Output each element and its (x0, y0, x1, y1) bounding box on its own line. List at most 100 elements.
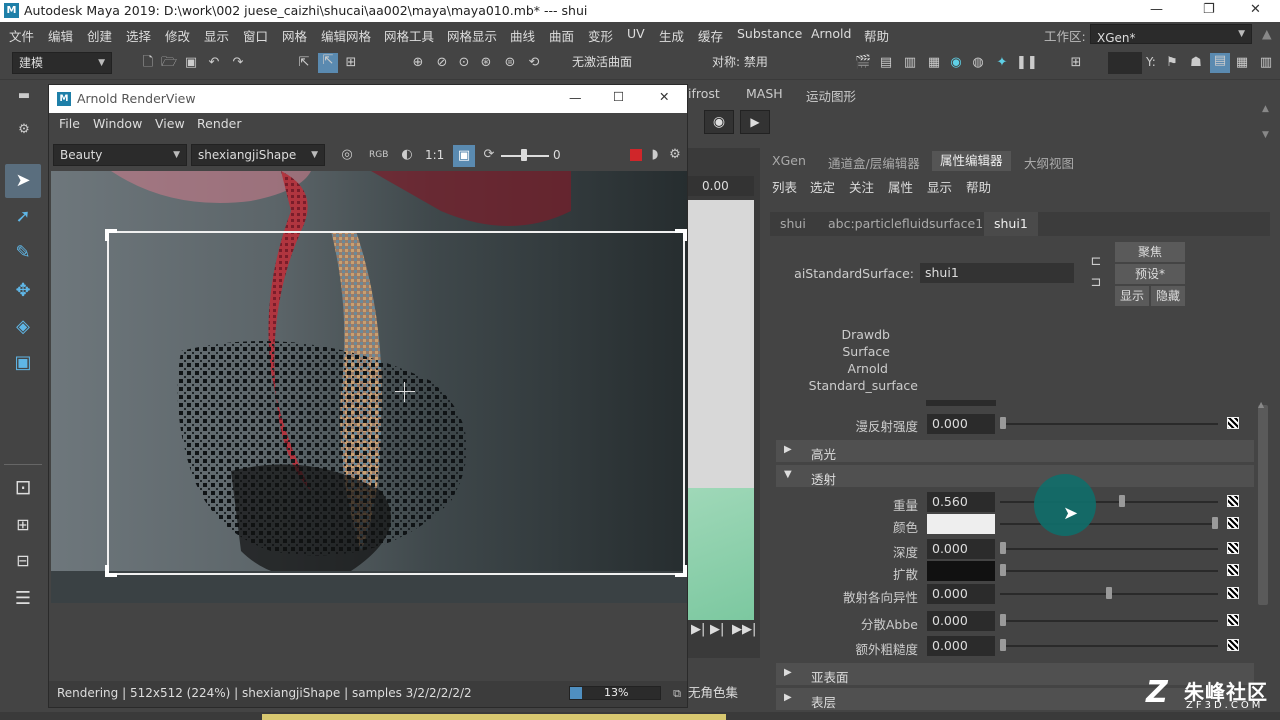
menu-mesh-tools[interactable]: 网格工具 (384, 26, 434, 45)
snapshot-icon[interactable]: ⧉ (669, 686, 685, 702)
menu-cache[interactable]: 缓存 (698, 26, 723, 45)
snap-point-icon[interactable]: ⊙ (456, 55, 472, 71)
menu-surfaces[interactable]: 曲面 (549, 26, 574, 45)
attribute-editor-icon[interactable]: ▤ (1210, 53, 1230, 73)
map-button-icon[interactable] (1227, 639, 1239, 651)
diffuse-roughness-field[interactable]: 0.000 (927, 414, 995, 434)
snap-curve-icon[interactable]: ⊘ (434, 55, 450, 71)
map-button-icon[interactable] (1227, 542, 1239, 554)
settings-gear-icon[interactable]: ⚙ (16, 122, 32, 138)
render-image[interactable] (51, 171, 687, 603)
rv-menu-view[interactable]: View (155, 116, 185, 131)
time-range-bar[interactable] (262, 714, 726, 720)
transmission-extra-roughness-slider[interactable] (1000, 645, 1218, 647)
map-button-icon[interactable] (1227, 417, 1239, 429)
single-view-icon[interactable]: ⊡ (5, 470, 41, 504)
lasso-tool-icon[interactable]: ➚ (5, 200, 41, 234)
menu-arnold[interactable]: Arnold (811, 26, 851, 41)
render-sequence-icon[interactable]: ▤ (878, 55, 894, 71)
close-icon[interactable]: ✕ (1250, 2, 1261, 17)
map-button-icon[interactable] (1227, 495, 1239, 507)
transmission-scatter-slider[interactable] (1000, 570, 1218, 572)
menu-modify[interactable]: 修改 (165, 26, 190, 45)
tool-settings-icon[interactable]: ▦ (1234, 55, 1250, 71)
snap-grid-icon[interactable]: ⊕ (410, 55, 426, 71)
menu-edit[interactable]: 编辑 (48, 26, 73, 45)
move-tool-icon[interactable]: ✥ (5, 274, 41, 308)
rv-menu-render[interactable]: Render (197, 116, 242, 131)
snap-pivot-icon[interactable]: ⟲ (526, 55, 542, 71)
menu-mesh[interactable]: 网格 (282, 26, 307, 45)
output-connection-icon[interactable]: ⊐ (1088, 275, 1104, 291)
menu-display[interactable]: 显示 (204, 26, 229, 45)
four-view-icon[interactable]: ⊞ (5, 508, 41, 542)
refresh-render-icon[interactable]: ◎ (339, 147, 355, 163)
settings-gear-icon[interactable]: ⚙ (667, 147, 683, 163)
diffuse-roughness-slider[interactable] (1000, 423, 1218, 425)
ipr-wave-icon[interactable]: ◗ (647, 147, 663, 163)
maximize-icon[interactable]: ❐ (1203, 2, 1215, 17)
stop-render-icon[interactable] (630, 149, 642, 161)
snap-view-icon[interactable]: ⊛ (478, 55, 494, 71)
menu-generate[interactable]: 生成 (659, 26, 684, 45)
menu-show[interactable]: 显示 (927, 177, 952, 196)
ratio-label[interactable]: 1:1 (425, 148, 444, 162)
exposure-knob[interactable] (521, 149, 527, 161)
scroll-up-icon[interactable]: ▲ (1262, 26, 1272, 41)
menu-attributes[interactable]: 属性 (888, 177, 913, 196)
menu-toggle-icon[interactable]: ▬ (16, 88, 32, 104)
menu-focus[interactable]: 关注 (849, 177, 874, 196)
select-hierarchy-icon[interactable]: ⇱ (296, 55, 312, 71)
section-specular[interactable]: ▶ 高光 (776, 440, 1254, 462)
transmission-scatter-knob[interactable] (1000, 564, 1006, 576)
menu-uv[interactable]: UV (627, 26, 645, 41)
shelf-tab-mash[interactable]: MASH (746, 86, 783, 101)
modeling-toolkit-icon[interactable]: ⚑ (1164, 55, 1180, 71)
maximize-icon[interactable]: ☐ (613, 89, 624, 104)
section-subsurface[interactable]: ▶ 亚表面 (776, 663, 1254, 685)
input-connection-icon[interactable]: ⊏ (1088, 254, 1104, 270)
transmission-extra-roughness-field[interactable]: 0.000 (927, 636, 995, 656)
x-field[interactable] (1108, 52, 1142, 74)
tab-attribute-editor[interactable]: 属性编辑器 (932, 151, 1011, 171)
camera-dropdown[interactable]: shexiangjiShape ▼ (191, 144, 325, 166)
play-forward-icon[interactable]: ▶| (691, 622, 705, 637)
arnold-ipr-icon[interactable]: ✦ (994, 55, 1010, 71)
mode-dropdown[interactable]: 建模 ▼ (12, 52, 112, 74)
transmission-dispersion-abbe-field[interactable]: 0.000 (927, 611, 995, 631)
scrollbar[interactable] (1258, 405, 1268, 605)
transmission-color-knob[interactable] (1212, 517, 1218, 529)
snap-surface-icon[interactable]: ⊜ (502, 55, 518, 71)
menu-window[interactable]: 窗口 (243, 26, 268, 45)
transmission-weight-field[interactable]: 0.560 (927, 492, 995, 512)
menu-edit-mesh[interactable]: 编辑网格 (321, 26, 371, 45)
rotate-tool-icon[interactable]: ◈ (5, 310, 41, 344)
show-button[interactable]: 显示 (1115, 286, 1149, 306)
menu-help[interactable]: 帮助 (966, 177, 991, 196)
reset-exposure-icon[interactable]: ⟳ (481, 147, 497, 163)
new-scene-icon[interactable]: 🗋 (140, 55, 156, 71)
menu-curves[interactable]: 曲线 (510, 26, 535, 45)
region-corner-handle[interactable] (105, 229, 117, 241)
character-set-label[interactable]: 无角色集 (688, 682, 738, 701)
transmission-scatter-field[interactable] (927, 561, 995, 581)
map-button-icon[interactable] (1227, 614, 1239, 626)
render-settings-icon[interactable]: ▦ (926, 55, 942, 71)
arnold-render-icon[interactable]: ◍ (970, 55, 986, 71)
play-icon[interactable]: ▶ (740, 110, 770, 134)
focus-button[interactable]: 聚焦 (1115, 242, 1185, 262)
symmetry-dropdown[interactable]: 对称: 禁用 (706, 52, 802, 74)
diffuse-roughness-knob[interactable] (1000, 417, 1006, 429)
presets-button[interactable]: 预设* (1115, 264, 1185, 284)
outliner-view-icon[interactable]: ☰ (5, 582, 41, 616)
scale-tool-icon[interactable]: ▣ (5, 346, 41, 380)
eye-icon[interactable]: ◉ (704, 110, 734, 134)
scroll-down-icon[interactable]: ▼ (1262, 130, 1269, 140)
transmission-color-field[interactable] (927, 514, 995, 534)
menu-file[interactable]: 文件 (9, 26, 34, 45)
hypershade-icon[interactable]: ◉ (948, 55, 964, 71)
aov-dropdown[interactable]: Beauty ▼ (53, 144, 187, 166)
transmission-scatter-anisotropy-field[interactable]: 0.000 (927, 584, 995, 604)
render-region-box[interactable] (107, 231, 685, 575)
transmission-scatter-anisotropy-knob[interactable] (1106, 587, 1112, 599)
